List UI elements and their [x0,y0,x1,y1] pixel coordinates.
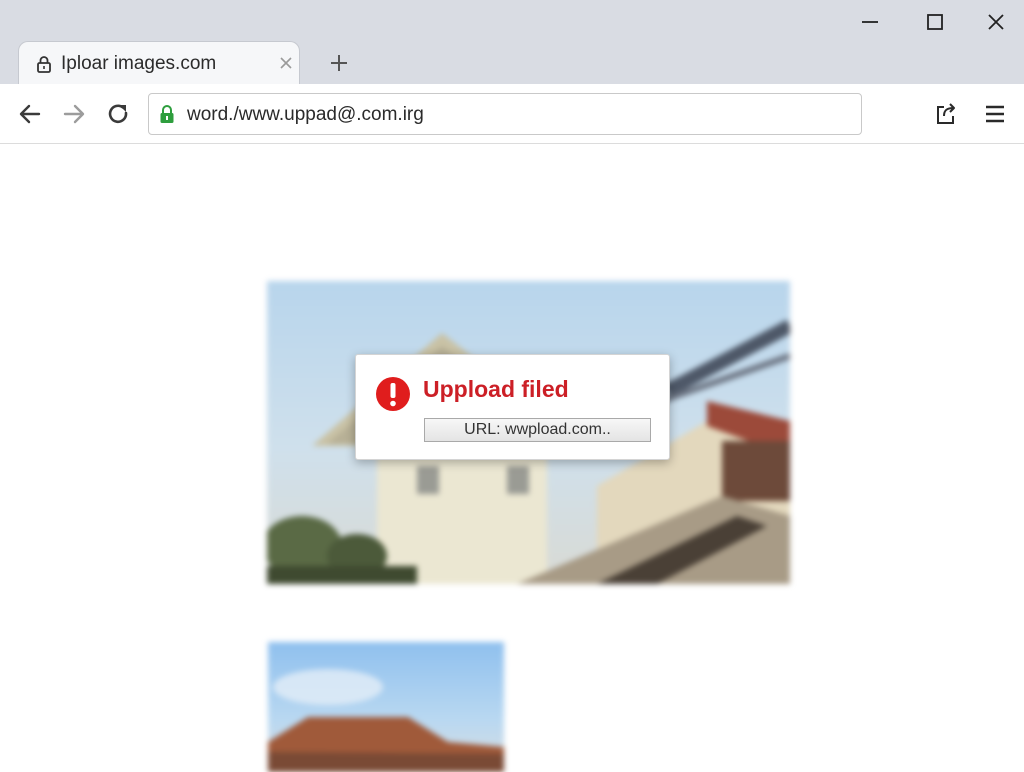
close-icon[interactable] [279,56,293,70]
maximize-icon[interactable] [921,8,949,36]
arrow-left-icon[interactable] [17,101,43,127]
share-icon[interactable] [933,101,959,127]
title-bar: Iploar images.com [0,0,1024,85]
arrow-right-icon[interactable] [61,101,87,127]
close-window-icon[interactable] [982,8,1010,36]
upload-error-dialog: Uppload filed URL: wwpload.com.. [355,354,670,460]
second-photo [268,642,504,772]
error-url-field[interactable]: URL: wwpload.com.. [424,418,651,442]
new-tab-plus-icon[interactable] [328,52,350,74]
reload-icon[interactable] [105,101,131,127]
tab-title: Iploar images.com [61,53,217,74]
error-title: Uppload filed [423,376,569,402]
error-icon [376,377,410,411]
hamburger-menu-icon[interactable] [982,101,1008,127]
lock-icon [37,56,51,73]
browser-tab[interactable]: Iploar images.com [18,41,300,85]
address-bar[interactable]: word./www.uppad@.com.irg [148,93,862,135]
address-url[interactable]: word./www.uppad@.com.irg [187,104,424,126]
secure-lock-icon [160,105,174,123]
browser-toolbar: word./www.uppad@.com.irg [0,84,1024,144]
minimize-icon[interactable] [856,8,884,36]
